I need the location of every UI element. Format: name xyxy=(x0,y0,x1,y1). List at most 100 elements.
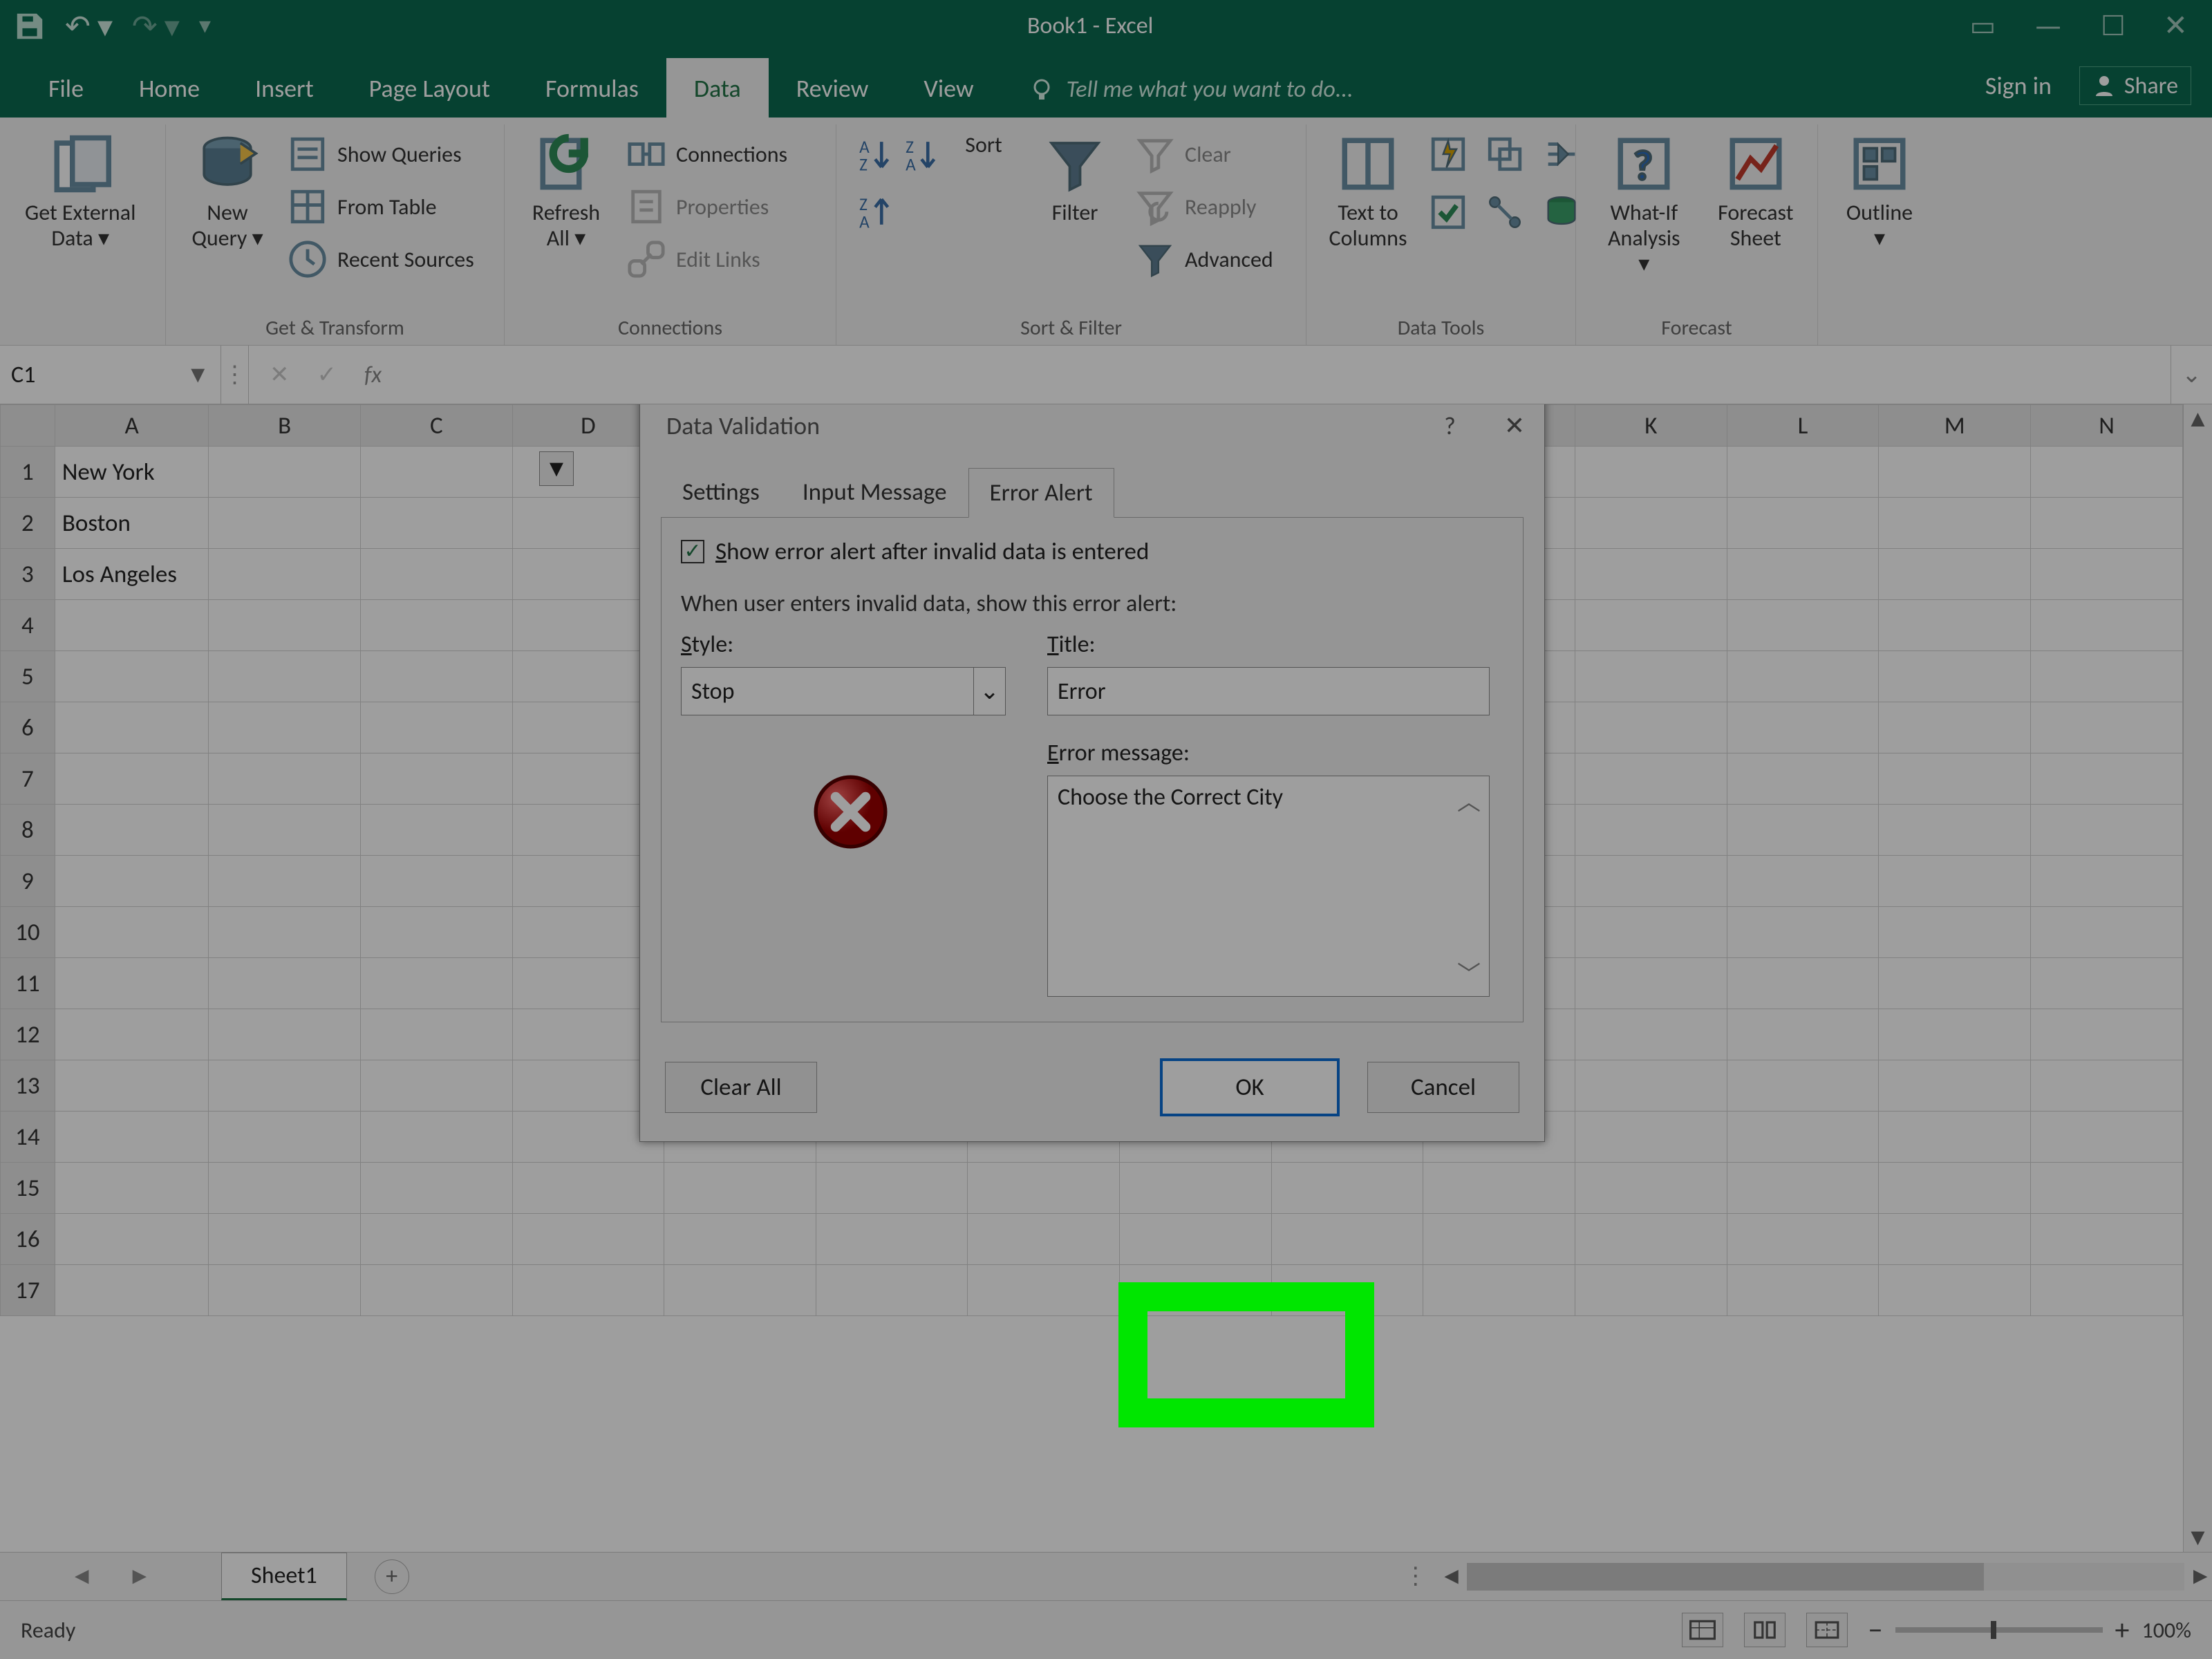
expand-formula-bar[interactable]: ⌄ xyxy=(2171,346,2212,404)
cell[interactable] xyxy=(1727,1112,1879,1163)
row-header[interactable]: 9 xyxy=(1,856,55,907)
sheet-nav-prev-icon[interactable]: ◄ xyxy=(70,1562,93,1591)
cell[interactable] xyxy=(361,805,513,856)
cell[interactable] xyxy=(1575,549,1727,600)
title-input[interactable]: Error xyxy=(1047,667,1490,715)
row-header[interactable]: 14 xyxy=(1,1112,55,1163)
row-header[interactable]: 15 xyxy=(1,1163,55,1214)
cell[interactable] xyxy=(361,1009,513,1060)
cell[interactable] xyxy=(209,753,361,805)
cell[interactable] xyxy=(55,651,209,702)
cell[interactable] xyxy=(1727,1009,1879,1060)
zoom-slider[interactable] xyxy=(1895,1627,2103,1633)
cell[interactable] xyxy=(1879,498,2031,549)
cell[interactable] xyxy=(209,1265,361,1316)
column-header[interactable]: A xyxy=(55,405,209,447)
page-break-view-button[interactable] xyxy=(1806,1613,1848,1647)
cell[interactable] xyxy=(209,1060,361,1112)
zoom-level[interactable]: 100% xyxy=(2141,1617,2191,1644)
column-header[interactable]: L xyxy=(1727,405,1879,447)
cell[interactable] xyxy=(55,805,209,856)
cell[interactable] xyxy=(2031,702,2183,753)
edit-links-button[interactable]: Edit Links xyxy=(626,239,787,279)
cell[interactable] xyxy=(1575,1009,1727,1060)
cell[interactable] xyxy=(2031,1112,2183,1163)
cell[interactable] xyxy=(1879,753,2031,805)
from-table-button[interactable]: From Table xyxy=(288,187,474,227)
cell[interactable] xyxy=(55,1060,209,1112)
cell[interactable] xyxy=(55,753,209,805)
cell[interactable] xyxy=(209,805,361,856)
cell[interactable] xyxy=(1879,549,2031,600)
cell[interactable] xyxy=(1879,1163,2031,1214)
qat-customize-icon[interactable]: ▾ xyxy=(199,12,211,40)
cell[interactable] xyxy=(1575,651,1727,702)
cell[interactable] xyxy=(209,958,361,1009)
fx-label[interactable]: fx xyxy=(364,361,382,389)
cell[interactable] xyxy=(1879,907,2031,958)
cell[interactable] xyxy=(2031,907,2183,958)
cell[interactable] xyxy=(209,856,361,907)
hscroll-left-icon[interactable]: ◄ xyxy=(1440,1562,1463,1591)
sign-in-link[interactable]: Sign in xyxy=(1973,66,2064,105)
cell[interactable] xyxy=(664,1163,816,1214)
cell[interactable] xyxy=(209,1112,361,1163)
cell[interactable] xyxy=(1879,958,2031,1009)
cell[interactable] xyxy=(1727,702,1879,753)
cell[interactable] xyxy=(1879,1060,2031,1112)
sort-desc-icon[interactable]: ZA xyxy=(899,135,937,174)
vertical-scrollbar[interactable]: ▲ ▼ xyxy=(2183,404,2212,1552)
what-if-analysis-button[interactable]: ? What-IfAnalysis ▾ xyxy=(1593,129,1696,281)
cell[interactable] xyxy=(2031,1214,2183,1265)
cell[interactable] xyxy=(55,1163,209,1214)
ok-button[interactable]: OK xyxy=(1160,1058,1340,1116)
cell[interactable] xyxy=(361,498,513,549)
zoom-out-button[interactable]: − xyxy=(1868,1613,1883,1648)
cell[interactable] xyxy=(968,1265,1120,1316)
dialog-close-icon[interactable]: ✕ xyxy=(1504,411,1525,441)
row-header[interactable]: 4 xyxy=(1,600,55,651)
cell[interactable] xyxy=(209,1214,361,1265)
row-header[interactable]: 6 xyxy=(1,702,55,753)
cell[interactable] xyxy=(361,856,513,907)
column-header[interactable]: C xyxy=(361,405,513,447)
cell[interactable] xyxy=(2031,498,2183,549)
hscroll-right-icon[interactable]: ► xyxy=(2188,1562,2212,1591)
cell[interactable] xyxy=(55,856,209,907)
cell[interactable] xyxy=(2031,447,2183,498)
cell[interactable] xyxy=(1727,1214,1879,1265)
cell[interactable] xyxy=(1727,856,1879,907)
cell[interactable] xyxy=(1727,1265,1879,1316)
cell[interactable] xyxy=(1271,1214,1423,1265)
scroll-up-icon[interactable]: ▲ xyxy=(2184,404,2212,433)
new-query-button[interactable]: NewQuery ▾ xyxy=(182,129,272,256)
cell[interactable] xyxy=(1575,702,1727,753)
sort-za-icon[interactable]: ZA xyxy=(853,193,891,231)
cell[interactable] xyxy=(2031,958,2183,1009)
properties-button[interactable]: Properties xyxy=(626,187,787,227)
cell[interactable] xyxy=(2031,549,2183,600)
cell[interactable] xyxy=(2031,805,2183,856)
style-select[interactable]: Stop ⌄ xyxy=(681,667,1006,715)
cell[interactable] xyxy=(1575,1214,1727,1265)
cell[interactable] xyxy=(1120,1163,1272,1214)
cell[interactable] xyxy=(361,907,513,958)
row-header[interactable]: 8 xyxy=(1,805,55,856)
refresh-all-button[interactable]: RefreshAll ▾ xyxy=(521,129,611,256)
cell[interactable] xyxy=(55,958,209,1009)
dialog-tab-input-message[interactable]: Input Message xyxy=(781,467,968,517)
cell[interactable] xyxy=(1575,958,1727,1009)
cell[interactable] xyxy=(1120,1265,1272,1316)
cell[interactable] xyxy=(2031,1060,2183,1112)
cell[interactable] xyxy=(361,447,513,498)
cell[interactable] xyxy=(1879,702,2031,753)
cell[interactable] xyxy=(209,702,361,753)
cell[interactable] xyxy=(1727,1060,1879,1112)
cell[interactable] xyxy=(209,498,361,549)
cell[interactable] xyxy=(1879,600,2031,651)
cell[interactable] xyxy=(1879,1009,2031,1060)
close-icon[interactable]: ✕ xyxy=(2164,8,2188,44)
tab-home[interactable]: Home xyxy=(111,58,227,118)
cell[interactable] xyxy=(816,1265,968,1316)
share-button[interactable]: Share xyxy=(2079,66,2191,105)
